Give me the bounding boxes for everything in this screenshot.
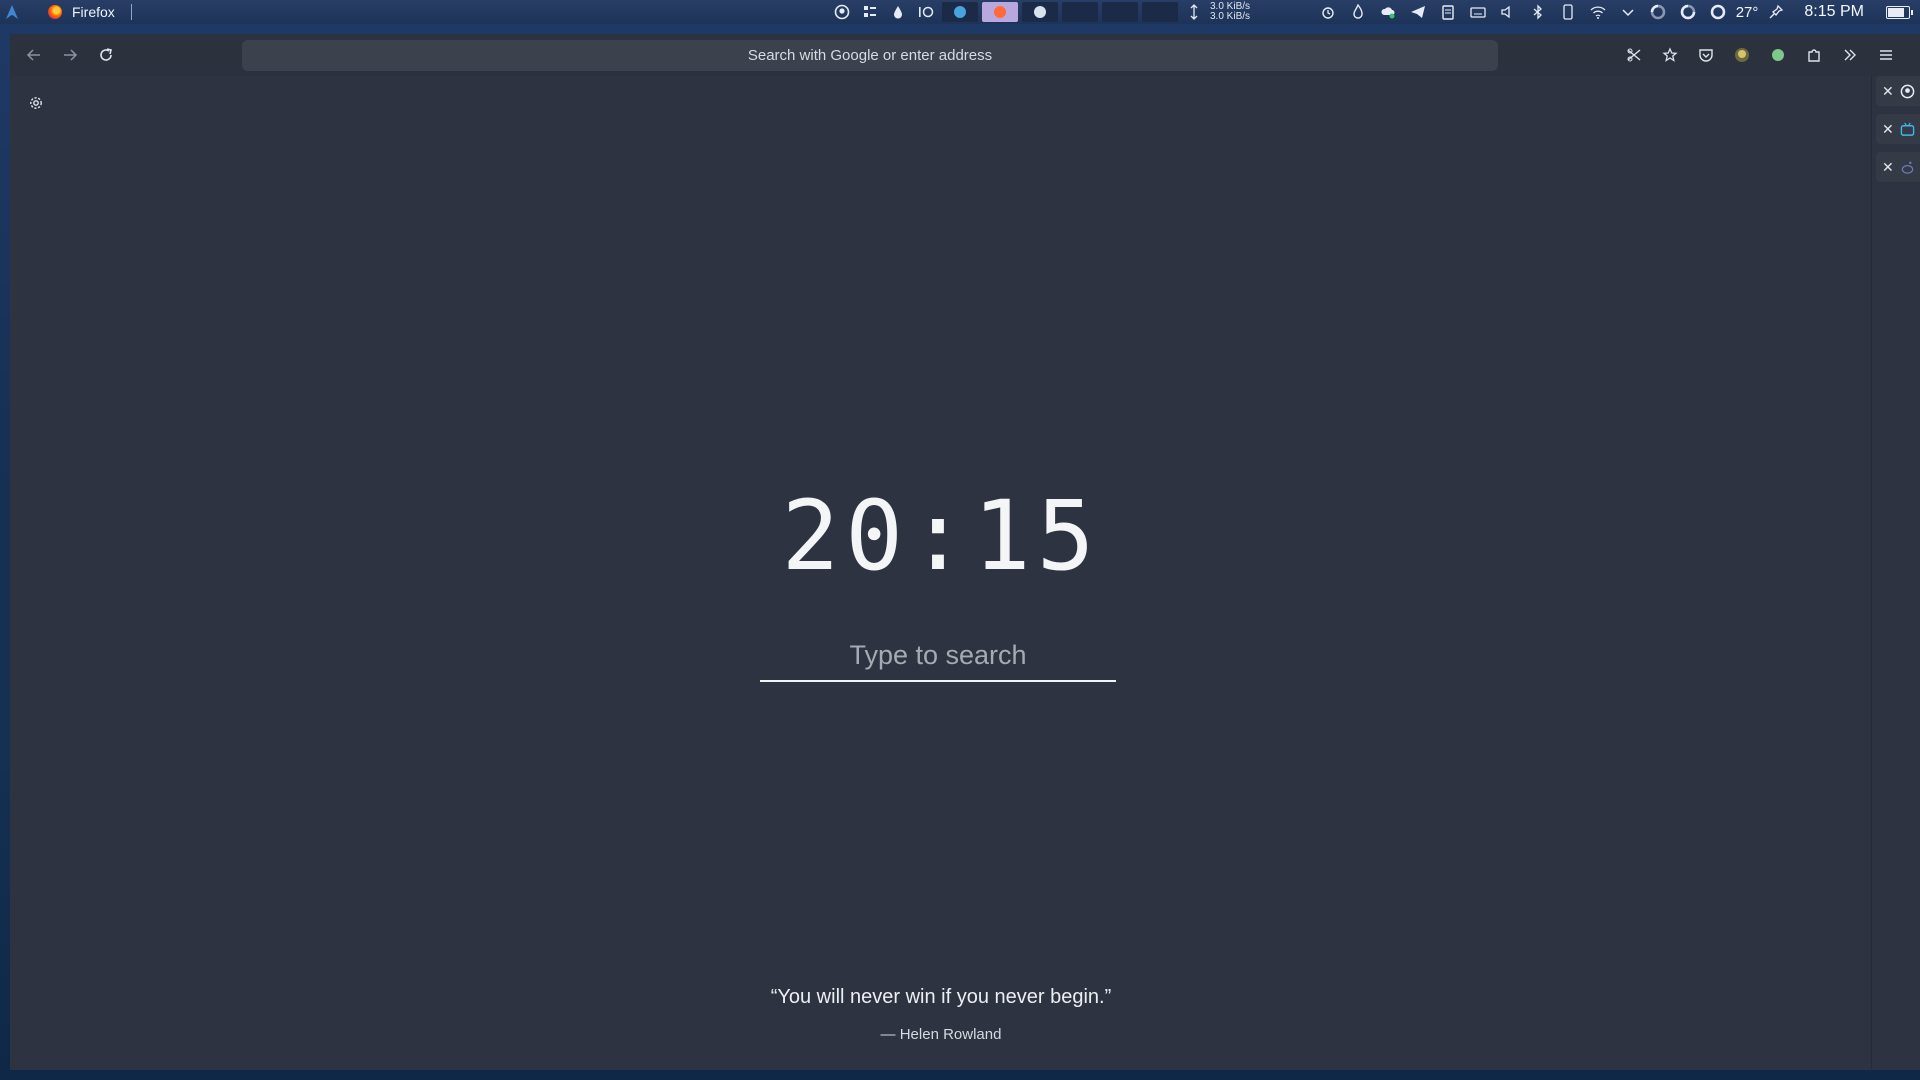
panel-divider xyxy=(130,4,132,20)
settings-gear-button[interactable] xyxy=(25,92,47,114)
battery-fill xyxy=(1888,7,1905,17)
flame-icon[interactable] xyxy=(1346,0,1370,24)
grid-menu-icon[interactable] xyxy=(858,0,882,24)
reload-icon xyxy=(100,48,112,61)
ram-gauge-icon[interactable] xyxy=(1676,0,1700,24)
phone-icon[interactable] xyxy=(1556,0,1580,24)
bookmark-star-icon xyxy=(1662,47,1678,62)
quote-text: “You will never win if you never begin.” xyxy=(770,986,1112,1008)
address-bar[interactable]: Search with Google or enter address xyxy=(242,40,1498,71)
task-telegram[interactable] xyxy=(942,2,978,22)
github-icon xyxy=(1900,84,1915,98)
avatar-icon xyxy=(1735,48,1749,62)
alarm-icon[interactable] xyxy=(1316,0,1340,24)
task-empty-2[interactable] xyxy=(1102,2,1138,22)
gear-icon xyxy=(30,97,42,109)
cloud-sync-icon[interactable] xyxy=(1376,0,1400,24)
quote-author: — Helen Rowland xyxy=(880,1026,1002,1043)
cpu-gauge-icon[interactable] xyxy=(1646,0,1670,24)
screenshot-icon xyxy=(1627,48,1641,62)
battery-icon[interactable] xyxy=(1886,5,1913,19)
system-panel: Firefox 3.0 KiB/s 3.0 KiB/s 27° 8:15 PM xyxy=(0,0,1920,24)
newtab-clock: 20:15 xyxy=(781,480,1101,592)
task-browser-2[interactable] xyxy=(1022,2,1058,22)
bookmark-star-button[interactable] xyxy=(1658,43,1682,67)
hamburger-menu-icon xyxy=(1880,50,1892,60)
pocket-button[interactable] xyxy=(1694,43,1718,67)
overflow-icon xyxy=(1844,49,1856,61)
net-down: 3.0 KiB/s xyxy=(1210,11,1251,22)
side-tab-github[interactable]: ✕ xyxy=(1876,76,1920,106)
pinned-tabs-sidebar: ✕ ✕ ✕ xyxy=(1871,76,1920,1070)
task-empty-3[interactable] xyxy=(1142,2,1178,22)
github-icon[interactable] xyxy=(830,0,854,24)
side-tab-tv[interactable]: ✕ xyxy=(1876,114,1920,144)
bluetooth-icon[interactable] xyxy=(1526,0,1550,24)
pin-icon[interactable] xyxy=(1764,0,1788,24)
close-icon[interactable]: ✕ xyxy=(1882,121,1894,138)
close-icon[interactable]: ✕ xyxy=(1882,83,1894,100)
side-tab-reddit[interactable]: ✕ xyxy=(1876,152,1920,182)
reload-button[interactable] xyxy=(94,43,118,67)
pocket-icon xyxy=(1699,49,1713,62)
forward-icon xyxy=(64,49,78,61)
panel-clock[interactable]: 8:15 PM xyxy=(1804,3,1864,21)
keyboard-icon[interactable] xyxy=(1466,0,1490,24)
wifi-icon[interactable] xyxy=(1586,0,1610,24)
overflow-button[interactable] xyxy=(1838,43,1862,67)
account-avatar-button[interactable] xyxy=(1730,43,1754,67)
newtab-search xyxy=(760,630,1116,686)
task-empty-1[interactable] xyxy=(1062,2,1098,22)
firefox-icon xyxy=(994,6,1006,18)
drop-icon[interactable] xyxy=(886,0,910,24)
io-label xyxy=(914,0,938,24)
tv-icon xyxy=(1900,122,1915,136)
search-input[interactable] xyxy=(760,630,1116,682)
reddit-icon xyxy=(1901,161,1913,174)
active-app-title: Firefox xyxy=(72,4,115,20)
browser-icon xyxy=(1034,6,1046,18)
network-arrows-icon xyxy=(1182,0,1206,24)
arch-linux-icon[interactable] xyxy=(4,4,20,20)
forward-button[interactable] xyxy=(58,43,82,67)
network-speed: 3.0 KiB/s 3.0 KiB/s xyxy=(1210,2,1250,22)
extension-green-button[interactable] xyxy=(1766,43,1790,67)
browser-toolbar: Search with Google or enter address xyxy=(10,34,1920,76)
back-icon xyxy=(26,49,40,61)
firefox-icon xyxy=(48,5,62,19)
volume-icon[interactable] xyxy=(1496,0,1520,24)
extension-green-dot-icon xyxy=(1772,49,1784,61)
back-button[interactable] xyxy=(22,43,46,67)
extensions-icon xyxy=(1808,49,1820,62)
telegram-icon xyxy=(954,6,966,18)
telegram-icon[interactable] xyxy=(1406,0,1430,24)
screenshot-button[interactable] xyxy=(1622,43,1646,67)
ring-icon[interactable] xyxy=(1706,0,1730,24)
close-icon[interactable]: ✕ xyxy=(1882,159,1894,176)
extensions-button[interactable] xyxy=(1802,43,1826,67)
clipboard-icon[interactable] xyxy=(1436,0,1460,24)
chevron-down-icon[interactable] xyxy=(1616,0,1640,24)
hamburger-menu-button[interactable] xyxy=(1874,43,1898,67)
firefox-window: Search with Google or enter address ✕ ✕ … xyxy=(10,34,1920,1070)
task-firefox[interactable] xyxy=(982,2,1018,22)
temperature-label: 27° xyxy=(1735,3,1759,21)
